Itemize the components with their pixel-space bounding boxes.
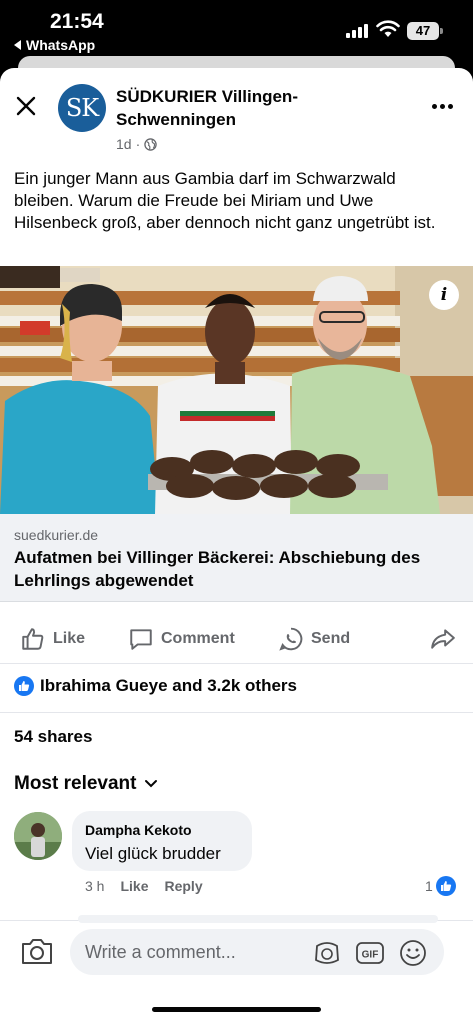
like-button[interactable]: Like — [20, 626, 85, 652]
clock: 21:54 — [50, 10, 104, 33]
close-icon[interactable] — [14, 94, 38, 118]
post-meta: 1d · — [116, 136, 157, 152]
page-avatar[interactable]: SK — [58, 84, 106, 132]
back-to-app-link[interactable]: WhatsApp — [14, 37, 95, 53]
page-name[interactable]: SÜDKURIER Villingen-Schwenningen — [116, 85, 376, 131]
next-comment-peek — [78, 915, 438, 923]
home-indicator[interactable] — [152, 1007, 321, 1012]
divider — [0, 712, 473, 713]
commenter-photo — [14, 812, 62, 860]
avatar-initials: SK — [65, 94, 99, 122]
gif-icon[interactable]: GIF — [355, 938, 385, 968]
like-reaction-icon — [14, 676, 34, 696]
comment-input[interactable]: Write a comment... GIF — [70, 929, 444, 975]
comment-meta: 3 h Like Reply — [85, 878, 203, 894]
battery-indicator: 47 — [407, 22, 443, 40]
comment-bubble[interactable]: Dampha Kekoto Viel glück brudder — [72, 811, 252, 871]
shares-count[interactable]: 54 shares — [14, 727, 92, 747]
comment-label: Comment — [161, 630, 235, 647]
comment-text: Viel glück brudder — [85, 844, 221, 863]
post-photo[interactable]: i — [0, 266, 473, 514]
post-actions: Like Comment Send — [0, 616, 473, 664]
post-sheet: SK SÜDKURIER Villingen-Schwenningen 1d ·… — [0, 68, 473, 1024]
emoji-icon[interactable] — [398, 938, 428, 968]
info-icon[interactable]: i — [429, 280, 459, 310]
comment-icon — [130, 629, 152, 650]
more-options-icon[interactable] — [432, 104, 453, 109]
svg-text:GIF: GIF — [362, 950, 379, 961]
comment-like-button[interactable]: Like — [120, 878, 148, 894]
meta-separator: · — [135, 136, 141, 152]
like-reaction-icon — [435, 876, 456, 896]
thumbs-up-icon — [22, 628, 44, 650]
commenter-avatar[interactable] — [14, 812, 62, 860]
reactions-text: Ibrahima Gueye and 3.2k others — [40, 676, 297, 695]
post-text: Ein junger Mann aus Gambia darf im Schwa… — [14, 169, 436, 232]
comment-button[interactable]: Comment — [128, 626, 235, 652]
comment-author[interactable]: Dampha Kekoto — [85, 822, 192, 838]
globe-icon — [144, 137, 157, 151]
comment-composer: Write a comment... GIF — [0, 915, 473, 1024]
whatsapp-icon — [279, 627, 303, 651]
avatar-sticker-icon[interactable] — [312, 938, 342, 968]
comment-placeholder: Write a comment... — [85, 942, 236, 962]
back-triangle-icon — [14, 40, 21, 50]
like-label: Like — [53, 630, 86, 647]
comment-like-count[interactable]: 1 — [425, 876, 456, 896]
post-age: 1d — [116, 136, 132, 152]
comment-like-number: 1 — [425, 878, 433, 894]
share-arrow-icon — [431, 629, 455, 649]
wifi-icon — [376, 20, 400, 37]
cellular-signal-icon — [346, 24, 368, 38]
share-button[interactable] — [430, 626, 456, 652]
comment-time: 3 h — [85, 878, 105, 894]
link-domain: suedkurier.de — [14, 527, 99, 543]
bakery-photo — [0, 266, 473, 514]
send-button[interactable]: Send — [278, 626, 350, 652]
link-preview[interactable]: suedkurier.de Aufatmen bei Villinger Bäc… — [0, 514, 473, 602]
chevron-down-icon — [145, 780, 158, 788]
back-app-label: WhatsApp — [26, 37, 96, 53]
comment-reply-button[interactable]: Reply — [164, 878, 202, 894]
link-title: Aufatmen bei Villinger Bäckerei: Abschie… — [14, 548, 421, 590]
reactions-summary[interactable]: Ibrahima Gueye and 3.2k others — [14, 676, 297, 696]
send-label: Send — [311, 630, 351, 647]
comment-sort-dropdown[interactable]: Most relevant — [14, 773, 158, 795]
camera-icon[interactable] — [20, 936, 54, 966]
comment-sort-label: Most relevant — [14, 773, 137, 794]
